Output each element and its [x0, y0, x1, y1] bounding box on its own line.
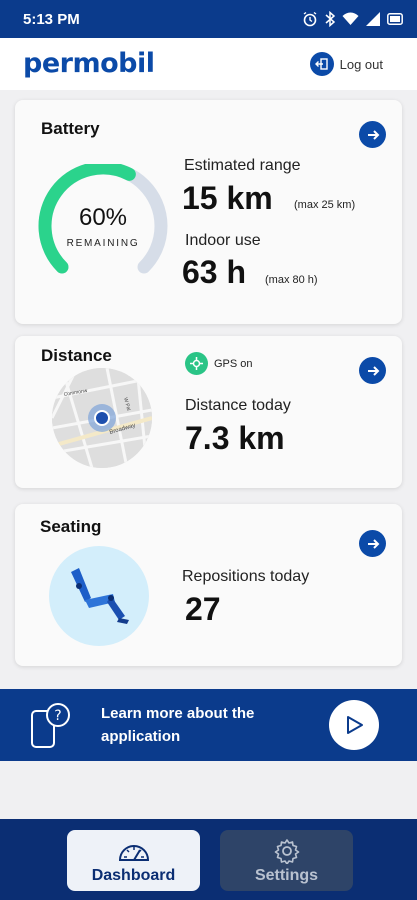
dashboard-gauge-icon — [118, 845, 149, 861]
app-header: permobil Log out — [0, 38, 417, 90]
battery-remaining-label: REMAINING — [66, 238, 140, 249]
battery-percent: 60% — [78, 204, 128, 231]
bottom-navigation: Dashboard Settings — [0, 819, 417, 900]
estimated-range-max: (max 25 km) — [294, 199, 356, 211]
distance-arrow-button[interactable] — [359, 357, 386, 384]
battery-title: Battery — [41, 119, 100, 138]
gps-label: GPS on — [214, 357, 253, 370]
estimated-range-label: Estimated range — [184, 157, 301, 174]
distance-card[interactable]: Distance Broadway Commonw W Pal GPS on D… — [15, 336, 402, 488]
seat-position-icon — [71, 568, 129, 624]
gps-status: GPS on — [185, 352, 253, 375]
seating-card[interactable]: Seating Repositions today 27 — [15, 504, 402, 666]
bluetooth-icon — [325, 11, 335, 27]
phone-help-icon: ? — [31, 703, 70, 748]
status-bar: 5:13 PM — [0, 0, 417, 38]
arrow-right-icon — [367, 129, 379, 140]
distance-today-value: 7.3 km — [185, 420, 285, 456]
tab-dashboard[interactable]: Dashboard — [67, 830, 200, 891]
repositions-today-value: 27 — [185, 591, 221, 627]
logout-button[interactable]: Log out — [309, 52, 383, 76]
seating-arrow-button[interactable] — [359, 530, 386, 557]
map-preview: Broadway Commonw W Pal — [52, 368, 152, 468]
battery-card[interactable]: Battery 60% REMAINING Estimated range 15… — [15, 100, 402, 324]
signal-icon — [366, 12, 380, 26]
gear-icon — [274, 839, 299, 864]
status-icons — [302, 11, 403, 27]
battery-arrow-button[interactable] — [359, 121, 386, 148]
play-button[interactable] — [329, 700, 379, 750]
arrow-right-icon — [367, 538, 379, 549]
learn-more-banner[interactable]: ? Learn more about the application — [0, 689, 417, 761]
play-icon — [347, 716, 363, 734]
battery-gauge: 60% REMAINING — [35, 161, 171, 280]
gps-icon — [185, 352, 208, 375]
status-time: 5:13 PM — [23, 10, 80, 28]
distance-today-label: Distance today — [185, 397, 291, 414]
permobil-logo: permobil — [23, 48, 155, 79]
alarm-icon — [303, 11, 317, 27]
learn-more-text: Learn more about the application — [101, 705, 255, 745]
logout-icon — [309, 52, 334, 76]
battery-status-icon — [387, 13, 403, 25]
tab-settings[interactable]: Settings — [220, 830, 353, 891]
indoor-use-value: 63 h — [182, 254, 247, 290]
tab-settings-label: Settings — [254, 867, 319, 884]
svg-text:?: ? — [54, 708, 61, 724]
seating-title: Seating — [40, 517, 102, 536]
repositions-today-label: Repositions today — [182, 568, 310, 585]
estimated-range-value: 15 km — [182, 180, 273, 216]
wifi-icon — [342, 12, 359, 25]
distance-title: Distance — [41, 346, 112, 365]
map-streets: Broadway Commonw W Pal — [52, 368, 152, 468]
indoor-use-max: (max 80 h) — [265, 274, 318, 286]
location-marker-icon — [94, 410, 110, 426]
arrow-right-icon — [367, 365, 379, 376]
logout-label: Log out — [339, 56, 383, 72]
tab-dashboard-label: Dashboard — [91, 867, 176, 884]
indoor-use-label: Indoor use — [185, 232, 261, 249]
seat-illustration — [49, 546, 149, 646]
